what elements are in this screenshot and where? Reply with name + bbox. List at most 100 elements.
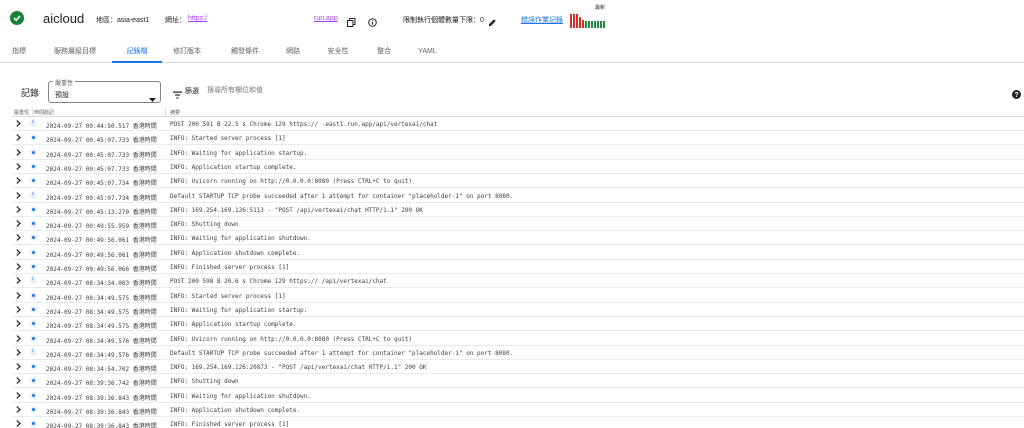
chevron-right-icon[interactable] bbox=[16, 134, 21, 143]
table-row[interactable]: 2024-09-27 08:39:36.843 香港時間 INFO: Finish… bbox=[12, 417, 1024, 428]
log-timestamp: 2024-09-27 00:44:50.517 香港時間 bbox=[46, 123, 157, 130]
chevron-right-icon[interactable] bbox=[16, 406, 21, 415]
chevron-right-icon[interactable] bbox=[16, 363, 21, 372]
severity-info-icon bbox=[30, 276, 37, 285]
log-timestamp: 2024-09-27 00:45:07.734 香港時間 bbox=[46, 194, 157, 202]
table-row[interactable]: 2024-09-27 08:34:49.575 香港時間 INFO: Applic… bbox=[12, 317, 1024, 332]
chevron-right-icon[interactable] bbox=[16, 191, 21, 201]
copy-icon[interactable] bbox=[347, 14, 356, 32]
chevron-right-icon[interactable] bbox=[16, 334, 21, 344]
severity-default-icon bbox=[30, 162, 37, 170]
tab-4[interactable]: 觸發條件 bbox=[212, 41, 278, 63]
log-summary: INFO: Application shutdown complete. bbox=[170, 407, 301, 414]
chevron-right-icon[interactable] bbox=[16, 163, 21, 172]
sparkline-bar bbox=[597, 21, 599, 28]
tab-5[interactable]: 網路 bbox=[278, 41, 308, 63]
error-logs-link[interactable]: 錯誤作業記錄 bbox=[521, 15, 563, 25]
tab-2[interactable]: 記錄檔 bbox=[112, 41, 162, 63]
log-summary: INFO: Uvicorn running on http://0.0.0.0:… bbox=[170, 335, 413, 343]
log-timestamp: 2024-09-27 00:45:13.270 香港時間 bbox=[46, 208, 157, 216]
table-row[interactable]: 2024-09-27 00:45:07.733 香港時間 INFO: Starte… bbox=[12, 131, 1024, 146]
tab-8[interactable]: YAML bbox=[400, 41, 455, 63]
chevron-right-icon[interactable] bbox=[16, 277, 21, 286]
log-timestamp: 2024-09-27 08:34:49.576 香港時間 bbox=[46, 351, 157, 359]
log-summary: Default STARTUP TCP probe succeeded afte… bbox=[170, 192, 514, 200]
chevron-right-icon[interactable] bbox=[16, 148, 21, 158]
filter-search-input[interactable] bbox=[207, 86, 407, 95]
severity-default-icon bbox=[30, 205, 37, 213]
sparkline-bar bbox=[600, 21, 602, 28]
chevron-right-icon[interactable] bbox=[16, 291, 21, 301]
table-row[interactable]: 2024-09-27 00:45:07.733 香港時間 INFO: Waitin… bbox=[12, 146, 1024, 160]
service-url-suffix-link[interactable]: run.app bbox=[314, 15, 338, 22]
tab-bar: 指標 服務層級目標 記錄檔 修訂版本 觸發條件 網路 安全性 整合 YAML bbox=[0, 41, 1024, 63]
table-row[interactable]: 2024-09-27 08:34:49.576 香港時間 Default STAR… bbox=[12, 346, 1024, 360]
severity-info-icon bbox=[30, 348, 37, 356]
chevron-right-icon[interactable] bbox=[16, 120, 21, 129]
tab-0[interactable]: 指標 bbox=[0, 41, 38, 63]
severity-default-icon bbox=[30, 220, 37, 228]
log-summary: INFO: Shutting down bbox=[170, 378, 239, 386]
status-ok-icon bbox=[10, 11, 24, 25]
service-url-link[interactable]: https:/ bbox=[188, 15, 207, 22]
table-row[interactable]: 2024-09-27 08:39:36.843 香港時間 INFO: Waitin… bbox=[12, 389, 1024, 403]
log-summary: INFO: Finished server process [1] bbox=[170, 264, 290, 271]
table-row[interactable]: 2024-09-27 00:49:56.061 香港時間 INFO: Waitin… bbox=[12, 231, 1024, 246]
chevron-right-icon[interactable] bbox=[16, 320, 21, 329]
table-row[interactable]: 2024-09-27 00:49:55.959 香港時間 INFO: Shutti… bbox=[12, 217, 1024, 232]
severity-dropdown[interactable]: 嚴重性 預設 bbox=[48, 78, 161, 103]
chevron-right-icon[interactable] bbox=[16, 263, 21, 272]
pencil-icon[interactable] bbox=[488, 14, 497, 32]
chevron-right-icon[interactable] bbox=[16, 248, 21, 258]
tab-6[interactable]: 安全性 bbox=[308, 41, 368, 63]
chevron-right-icon[interactable] bbox=[16, 177, 21, 186]
col-header-timestamp: 時間戳記 bbox=[34, 110, 55, 116]
table-row[interactable]: 2024-09-27 08:39:36.843 香港時間 INFO: Applic… bbox=[12, 403, 1024, 417]
log-summary: INFO: Waiting for application shutdown. bbox=[170, 235, 311, 243]
log-timestamp: 2024-09-27 08:34:49.575 香港時間 bbox=[46, 323, 157, 331]
sparkline-bar bbox=[588, 21, 590, 28]
log-summary: POST 200 598 B 20.6 s Chrome 129 https:/… bbox=[170, 278, 387, 286]
table-row[interactable]: 2024-09-27 00:45:07.734 香港時間 INFO: Uvicor… bbox=[12, 174, 1024, 189]
table-row[interactable]: 2024-09-27 00:45:13.270 香港時間 INFO: 169.25… bbox=[12, 203, 1024, 217]
table-row[interactable]: 2024-09-27 00:45:07.734 香港時間 Default STAR… bbox=[12, 189, 1024, 203]
chevron-right-icon[interactable] bbox=[16, 391, 21, 401]
table-row[interactable]: 2024-09-27 00:49:56.066 香港時間 INFO: Finish… bbox=[12, 260, 1024, 274]
sparkline-bar bbox=[603, 21, 605, 28]
sparkline-latest-label: 最新 bbox=[595, 5, 606, 11]
log-timestamp: 2024-09-27 00:49:56.066 香港時間 bbox=[46, 266, 157, 273]
table-row[interactable]: 2024-09-27 08:34:49.575 香港時間 INFO: Waitin… bbox=[12, 303, 1024, 317]
log-summary: Default STARTUP TCP probe succeeded afte… bbox=[170, 349, 514, 357]
chevron-right-icon[interactable] bbox=[16, 420, 21, 428]
tab-3[interactable]: 修訂版本 bbox=[162, 41, 212, 63]
chevron-right-icon[interactable] bbox=[16, 377, 21, 386]
chevron-right-icon[interactable] bbox=[16, 348, 21, 358]
chevron-right-icon[interactable] bbox=[16, 306, 21, 315]
severity-info-icon bbox=[30, 191, 37, 199]
severity-default-icon bbox=[30, 391, 37, 399]
table-row[interactable]: 2024-09-27 08:34:54.702 香港時間 INFO: 169.25… bbox=[12, 360, 1024, 375]
severity-default-icon bbox=[30, 363, 37, 371]
chevron-right-icon[interactable] bbox=[16, 205, 21, 215]
severity-default-icon bbox=[30, 420, 37, 428]
table-row[interactable]: 2024-09-27 00:49:56.061 香港時間 INFO: Applic… bbox=[12, 246, 1024, 260]
info-icon[interactable] bbox=[368, 14, 377, 32]
filter-icon[interactable] bbox=[173, 86, 182, 104]
log-timestamp: 2024-09-27 00:45:07.733 香港時間 bbox=[46, 137, 157, 145]
table-row[interactable]: 2024-09-27 00:45:07.733 香港時間 INFO: Applic… bbox=[12, 160, 1024, 174]
chevron-right-icon[interactable] bbox=[16, 234, 21, 243]
table-row[interactable]: 2024-09-27 08:34:34.003 香港時間 POST 200 598… bbox=[12, 274, 1024, 289]
help-icon[interactable]: ? bbox=[1012, 86, 1021, 104]
tab-7[interactable]: 整合 bbox=[368, 41, 400, 63]
log-timestamp: 2024-09-27 08:34:49.576 香港時間 bbox=[46, 337, 157, 345]
table-row[interactable]: 2024-09-27 08:39:36.742 香港時間 INFO: Shutti… bbox=[12, 374, 1024, 389]
table-row[interactable]: 2024-09-27 00:44:50.517 香港時間 POST 200 591… bbox=[12, 117, 1024, 131]
chevron-right-icon[interactable] bbox=[16, 220, 21, 229]
severity-default-icon bbox=[30, 320, 37, 328]
log-timestamp: 2024-09-27 08:34:49.575 香港時間 bbox=[46, 294, 157, 302]
log-summary: INFO: Waiting for application shutdown. bbox=[170, 392, 311, 400]
tab-1[interactable]: 服務層級目標 bbox=[38, 41, 112, 63]
table-row[interactable]: 2024-09-27 08:34:49.576 香港時間 INFO: Uvicor… bbox=[12, 332, 1024, 346]
sparkline-bar bbox=[570, 14, 572, 28]
table-row[interactable]: 2024-09-27 08:34:49.575 香港時間 INFO: Starte… bbox=[12, 289, 1024, 303]
